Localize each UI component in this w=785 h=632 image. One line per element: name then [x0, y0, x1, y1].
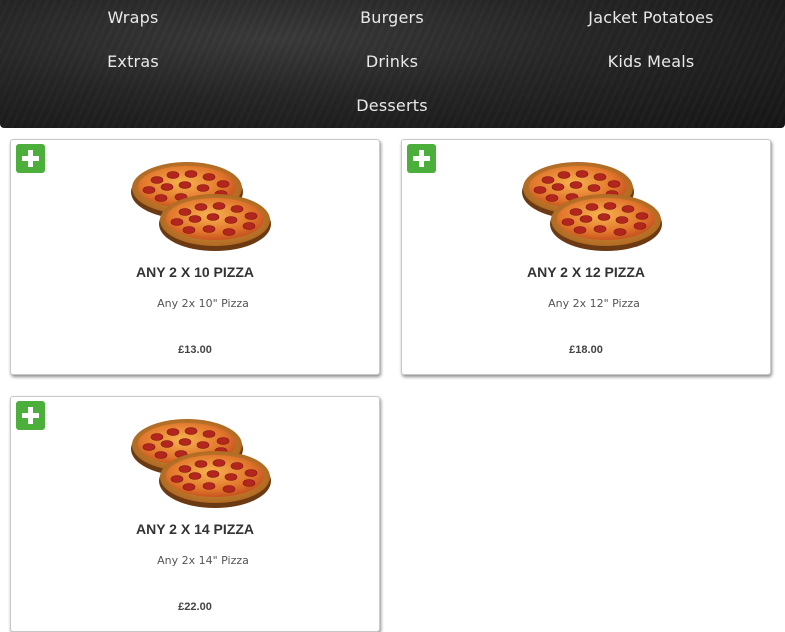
product-title: ANY 2 X 12 PIZZA: [526, 264, 645, 280]
pizza-image: [130, 418, 272, 509]
pizza-image: [521, 161, 663, 252]
pizza-image: [130, 161, 272, 252]
product-price: £13.00: [178, 344, 212, 356]
nav-item-extras[interactable]: Extras: [33, 52, 233, 72]
product-description: Any 2x 14" Pizza: [157, 554, 249, 567]
add-to-basket-plus-icon[interactable]: [16, 144, 45, 173]
product-title: ANY 2 X 10 PIZZA: [135, 264, 254, 280]
add-to-basket-plus-icon[interactable]: [16, 401, 45, 430]
product-card[interactable]: ANY 2 X 14 PIZZA Any 2x 14" Pizza £22.00: [10, 396, 380, 632]
product-price: £18.00: [569, 344, 603, 356]
nav-item-jacket-potatoes[interactable]: Jacket Potatoes: [551, 8, 751, 28]
product-price: £22.00: [178, 601, 212, 613]
nav-item-drinks[interactable]: Drinks: [292, 52, 492, 72]
product-description: Any 2x 12" Pizza: [548, 297, 640, 310]
add-to-basket-plus-icon[interactable]: [407, 144, 436, 173]
nav-item-wraps[interactable]: Wraps: [33, 8, 233, 28]
nav-item-desserts[interactable]: Desserts: [292, 96, 492, 116]
product-card[interactable]: ANY 2 X 12 PIZZA Any 2x 12" Pizza £18.00: [401, 139, 771, 375]
product-title: ANY 2 X 14 PIZZA: [135, 521, 254, 537]
category-nav: Wraps Burgers Jacket Potatoes Extras Dri…: [0, 0, 785, 128]
product-card[interactable]: ANY 2 X 10 PIZZA Any 2x 10" Pizza £13.00: [10, 139, 380, 375]
nav-item-burgers[interactable]: Burgers: [292, 8, 492, 28]
nav-item-kids-meals[interactable]: Kids Meals: [551, 52, 751, 72]
product-description: Any 2x 10" Pizza: [157, 297, 249, 310]
